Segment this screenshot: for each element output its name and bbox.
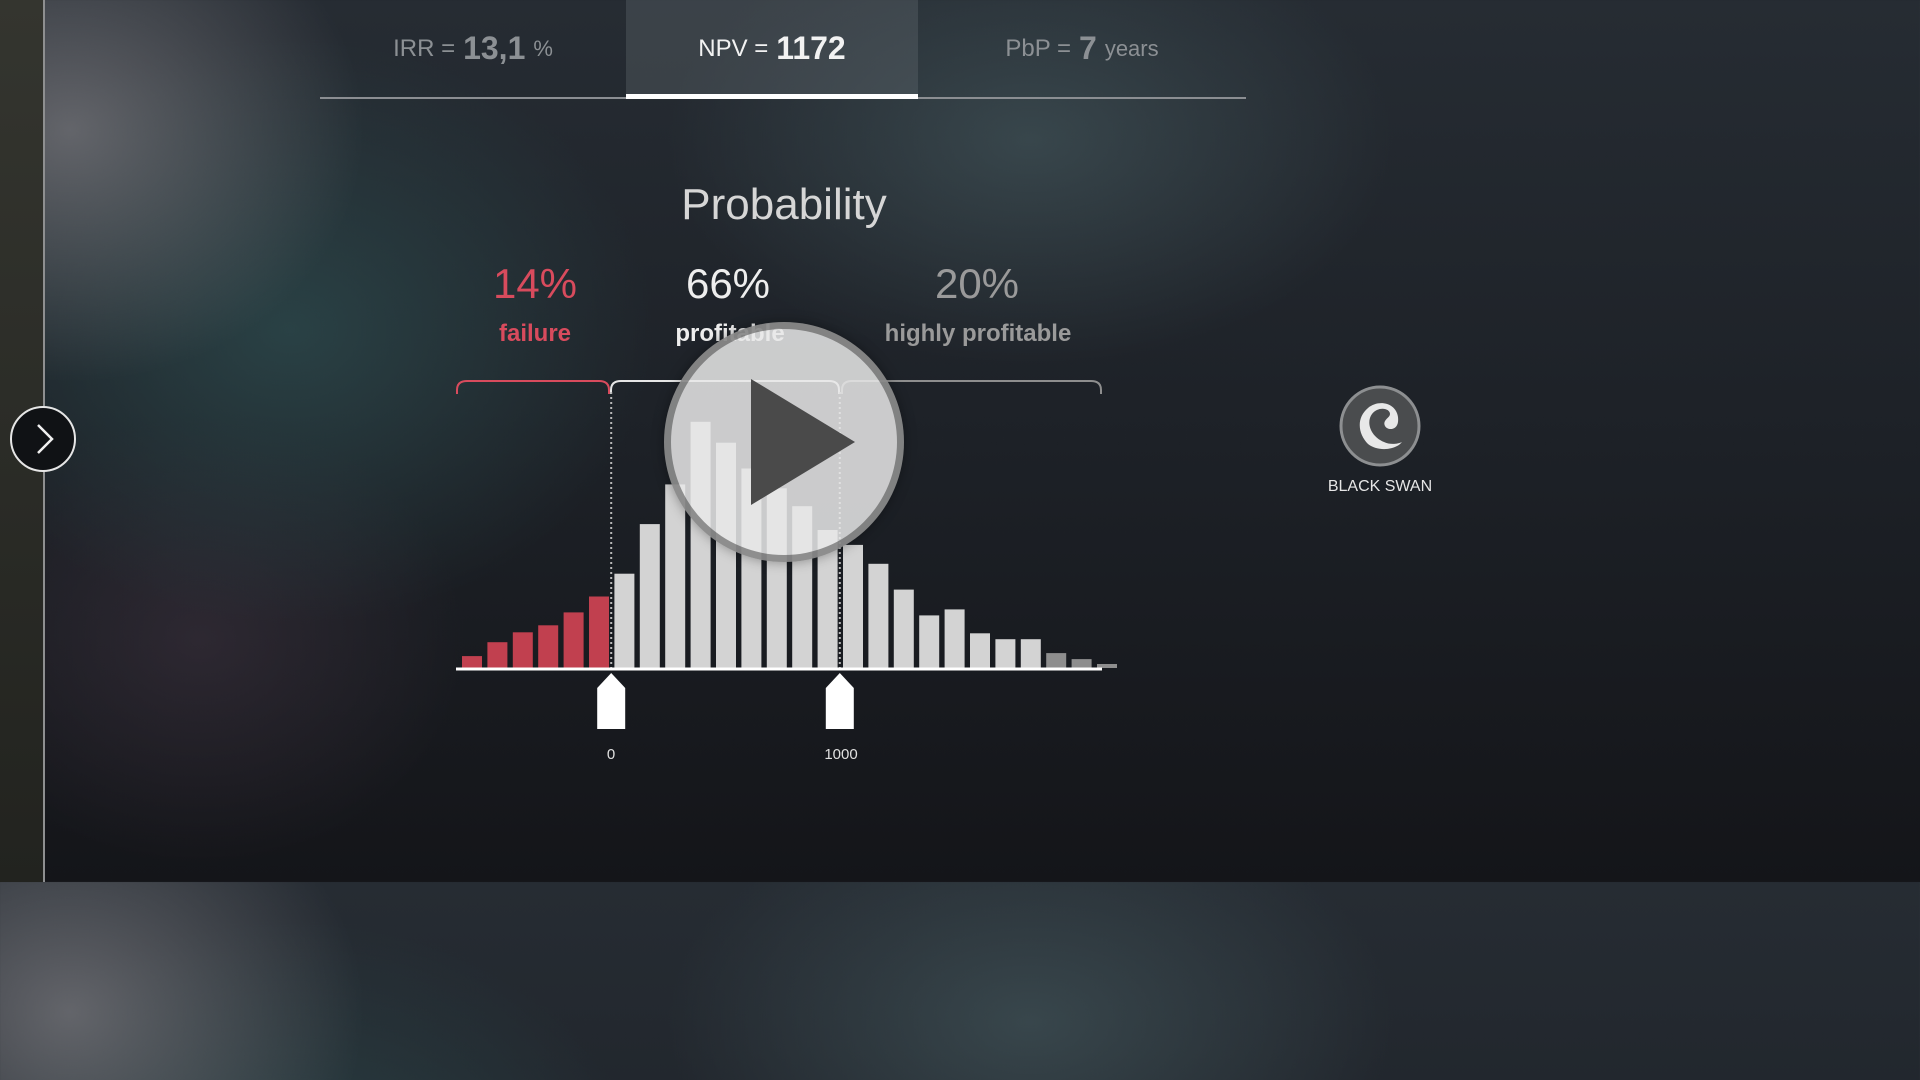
chart-bar [512, 632, 533, 668]
chart-bar [970, 633, 990, 668]
chart-bar [487, 642, 508, 668]
chart-bar [868, 563, 889, 668]
chart-bar [614, 573, 635, 668]
chart-bar [538, 625, 559, 668]
marker-label-1000: 1000 [824, 746, 858, 763]
swan-logo-icon [1339, 385, 1421, 467]
play-button[interactable] [664, 322, 904, 562]
chart-bar [944, 609, 965, 668]
marker-label-0: 0 [606, 746, 616, 763]
marker-pin-1000 [825, 673, 854, 729]
chart-bar [1046, 653, 1067, 668]
chart-bar [1071, 659, 1092, 668]
chart-bar [589, 596, 609, 668]
chart-bar [563, 612, 584, 668]
segment-bracket-0 [456, 380, 610, 394]
chart-bar [843, 544, 863, 668]
marker-pin-0 [597, 673, 626, 729]
chart-bar [995, 639, 1016, 668]
brand-name: BLACK SWAN [1327, 478, 1433, 495]
chart-bar [639, 524, 660, 668]
chart-bar [893, 589, 914, 668]
chart-bar [1020, 639, 1041, 668]
play-icon [751, 379, 855, 505]
chart-bar [919, 615, 940, 668]
chart-bar [1097, 664, 1117, 668]
chart-bar [462, 656, 482, 668]
